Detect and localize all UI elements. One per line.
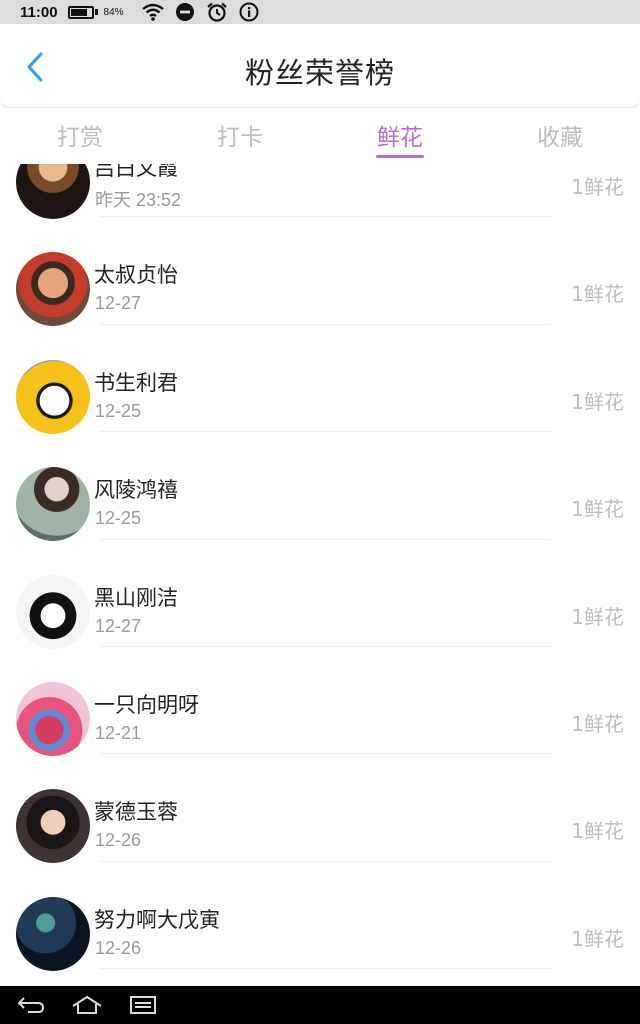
flower-count: 1鲜花 (571, 175, 624, 199)
avatar (16, 681, 90, 756)
fan-date: 12-26 (95, 830, 142, 851)
fan-date: 昨天 23:52 (95, 190, 182, 210)
avatar (16, 789, 90, 864)
fan-name: 努力啊大戊寅 (94, 907, 220, 932)
avatar (16, 574, 90, 649)
system-nav-bar (0, 986, 640, 1024)
fan-name: 黑山刚洁 (94, 585, 178, 610)
list-item[interactable]: 风陵鸿禧 12-25 1鲜花 (0, 432, 640, 542)
back-nav-button[interactable] (14, 991, 48, 1019)
list-item[interactable]: 太叔贞怡 12-27 1鲜花 (0, 217, 640, 327)
tab-favorites[interactable]: 收藏 (480, 108, 640, 164)
avatar (16, 896, 90, 971)
flower-count: 1鲜花 (571, 819, 624, 844)
avatar (16, 164, 90, 219)
fan-name: 书生利君 (94, 370, 178, 395)
list-item[interactable]: 黑山刚洁 12-27 1鲜花 (0, 540, 640, 649)
tab-active-indicator (376, 155, 424, 158)
fan-date: 12-21 (95, 722, 142, 743)
fan-date: 12-27 (95, 293, 142, 314)
list-item[interactable]: 吕白文霞 昨天 23:52 1鲜花 (0, 164, 640, 219)
fan-name: 太叔贞怡 (94, 263, 178, 288)
fan-date: 12-25 (95, 508, 142, 529)
fan-list[interactable]: 吕白文霞 昨天 23:52 1鲜花 太叔贞怡 12-27 1鲜花 书生利君 12… (0, 164, 640, 986)
flower-count: 1鲜花 (571, 389, 624, 414)
info-icon (238, 1, 260, 23)
list-item[interactable]: 一只向明呀 12-21 1鲜花 (0, 647, 640, 756)
flower-count: 1鲜花 (571, 604, 624, 629)
tab-reward[interactable]: 打赏 (0, 108, 160, 164)
list-item[interactable]: 书生利君 12-25 1鲜花 (0, 325, 640, 434)
recents-nav-button[interactable] (126, 991, 160, 1019)
recents-nav-icon (130, 996, 156, 1014)
tab-label: 打赏 (57, 125, 103, 151)
header: 粉丝荣誉榜 (0, 24, 640, 108)
fan-name: 一只向明呀 (94, 692, 199, 717)
list-item[interactable]: 努力啊大戊寅 12-26 1鲜花 (0, 862, 640, 971)
flower-count: 1鲜花 (571, 497, 624, 522)
status-time: 11:00 (20, 3, 58, 21)
tab-flowers[interactable]: 鲜花 (320, 108, 480, 164)
fan-name: 风陵鸿禧 (94, 478, 178, 503)
back-nav-icon (17, 997, 45, 1013)
flower-count: 1鲜花 (571, 282, 624, 307)
do-not-disturb-icon (174, 1, 196, 23)
page-title: 粉丝荣誉榜 (244, 56, 395, 90)
list-item[interactable]: 蒙德玉蓉 12-26 1鲜花 (0, 754, 640, 864)
avatar (16, 467, 90, 542)
tab-label: 打卡 (217, 125, 263, 151)
battery-percent: 84% (103, 6, 124, 18)
home-nav-button[interactable] (70, 991, 104, 1019)
tab-label: 鲜花 (377, 125, 423, 151)
alarm-icon (206, 1, 228, 23)
flower-count: 1鲜花 (571, 926, 624, 951)
tab-checkin[interactable]: 打卡 (160, 108, 320, 164)
fan-date: 12-26 (95, 937, 142, 958)
wifi-icon (141, 1, 164, 23)
tab-bar: 打赏 打卡 鲜花 收藏 (0, 108, 640, 164)
avatar (16, 252, 90, 327)
battery-icon (67, 5, 98, 19)
fan-name: 蒙德玉蓉 (94, 800, 178, 825)
status-bar: 11:00 84% (0, 0, 640, 24)
fan-date: 12-25 (95, 400, 142, 421)
tab-label: 收藏 (537, 125, 583, 151)
home-nav-icon (72, 995, 102, 1014)
fan-name: 吕白文霞 (94, 164, 178, 180)
flower-count: 1鲜花 (571, 711, 624, 736)
fan-date: 12-27 (95, 615, 142, 636)
avatar (16, 359, 90, 434)
